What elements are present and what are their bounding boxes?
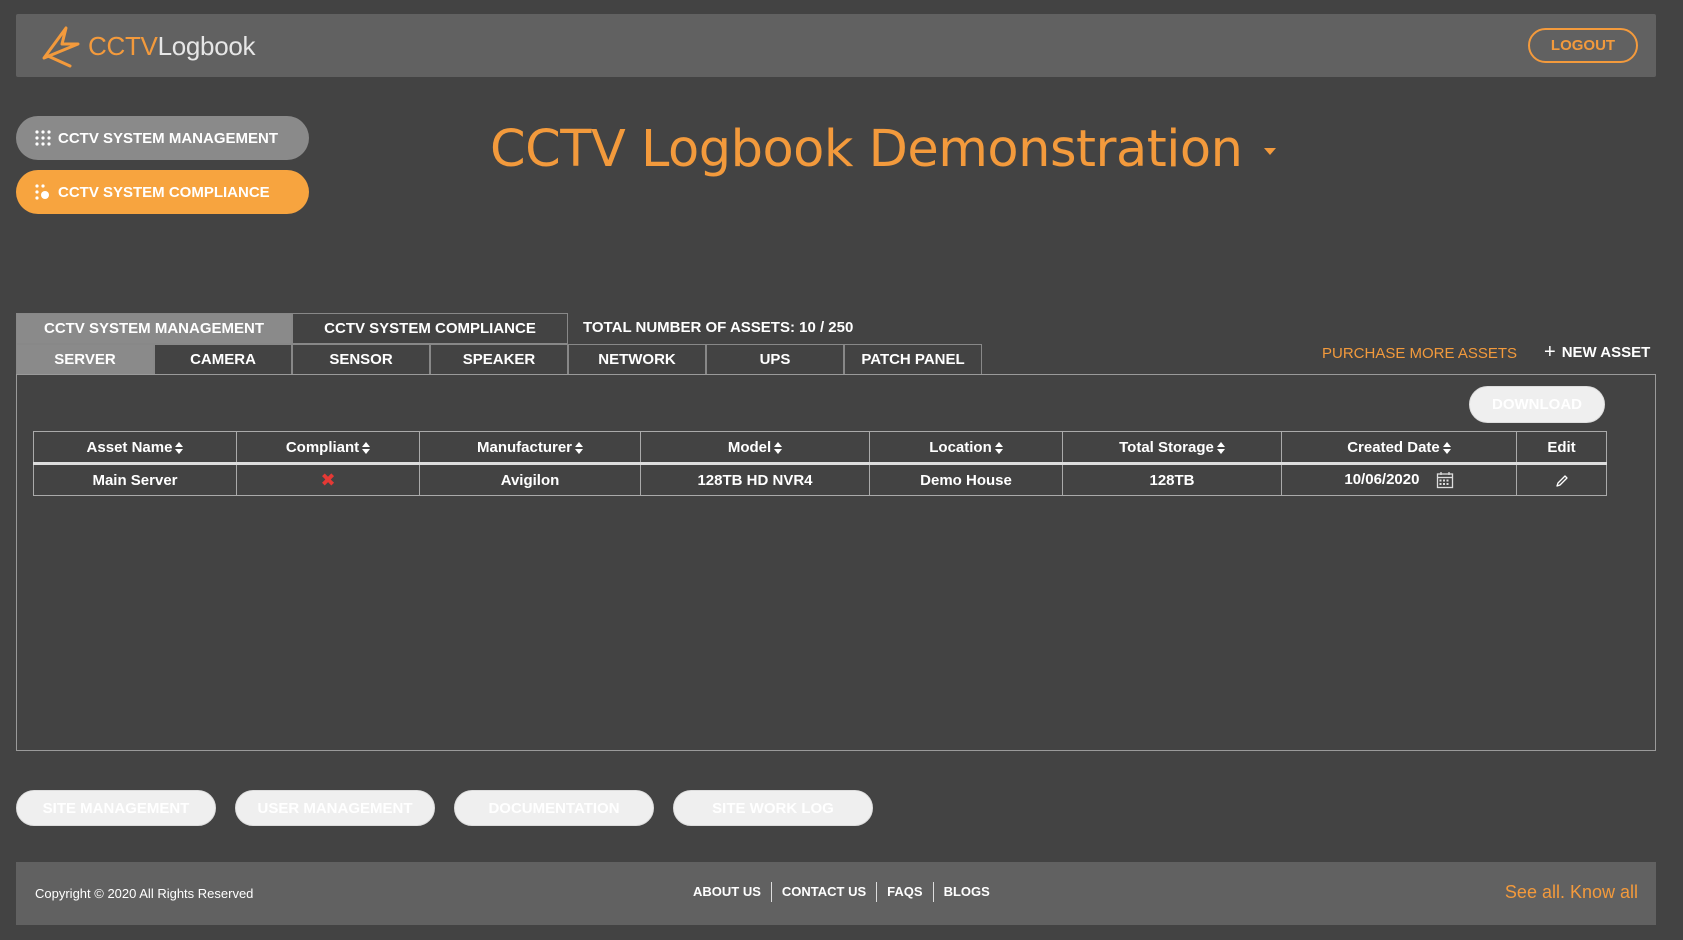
logout-button[interactable]: LOGOUT: [1528, 28, 1638, 63]
column-header-label: Asset Name: [86, 438, 173, 456]
plus-icon: +: [1544, 341, 1556, 363]
footer: Copyright © 2020 All Rights Reserved ABO…: [16, 862, 1656, 925]
new-asset-button[interactable]: + NEW ASSET: [1544, 341, 1651, 363]
nav-system-compliance[interactable]: CCTV SYSTEM COMPLIANCE: [16, 170, 309, 214]
tab-speaker[interactable]: SPEAKER: [430, 344, 568, 375]
column-header-compliant[interactable]: Compliant: [236, 431, 420, 465]
tab-camera[interactable]: CAMERA: [154, 344, 292, 375]
download-button[interactable]: DOWNLOAD: [1469, 386, 1605, 423]
logo-text-cctv: CCTV: [88, 30, 158, 61]
assets-table: Asset Name Compliant Manufacturer Model …: [33, 431, 1607, 496]
copyright-text: Copyright © 2020 All Rights Reserved: [35, 886, 254, 901]
assets-panel: DOWNLOAD Asset Name Compliant Manufactur…: [16, 374, 1656, 751]
cell-total-storage: 128TB: [1062, 463, 1282, 496]
sort-icon: [774, 441, 783, 454]
footer-link-faqs[interactable]: FAQS: [877, 884, 932, 902]
logo[interactable]: CCTVLogbook: [38, 22, 256, 70]
cell-edit: [1516, 463, 1607, 496]
footer-link-contact-us[interactable]: CONTACT US: [772, 884, 876, 902]
compliance-icon: [35, 184, 49, 200]
footer-link-blogs[interactable]: BLOGS: [934, 884, 1000, 902]
sort-icon: [575, 441, 584, 454]
caret-down-icon: [1264, 148, 1277, 155]
top-header: CCTVLogbook LOGOUT: [16, 14, 1656, 77]
sort-icon: [1442, 441, 1451, 454]
documentation-button[interactable]: DOCUMENTATION: [454, 790, 654, 826]
nav-system-compliance-label: CCTV SYSTEM COMPLIANCE: [58, 183, 270, 201]
footer-links: ABOUT US CONTACT US FAQS BLOGS: [683, 882, 1000, 902]
created-date-value: 10/06/2020: [1344, 470, 1420, 488]
tab-patch-panel[interactable]: PATCH PANEL: [844, 344, 982, 375]
edit-pencil-icon[interactable]: [1555, 474, 1569, 488]
tab-system-management[interactable]: CCTV SYSTEM MANAGEMENT: [16, 313, 292, 344]
column-header-label: Edit: [1547, 438, 1576, 456]
sort-icon: [1216, 441, 1225, 454]
logo-mark-icon: [42, 26, 80, 68]
column-header-location[interactable]: Location: [869, 431, 1063, 465]
column-header-total-storage[interactable]: Total Storage: [1062, 431, 1282, 465]
user-management-button[interactable]: USER MANAGEMENT: [235, 790, 435, 826]
column-header-label: Manufacturer: [476, 438, 573, 456]
assets-total: TOTAL NUMBER OF ASSETS: 10 / 250: [583, 319, 854, 336]
x-mark-icon: ✖: [320, 469, 336, 490]
section-tabs: CCTV SYSTEM MANAGEMENT CCTV SYSTEM COMPL…: [16, 313, 568, 344]
sort-icon: [994, 441, 1003, 454]
new-asset-label: NEW ASSET: [1561, 344, 1651, 361]
cell-created-date: 10/06/2020: [1281, 463, 1517, 496]
column-header-label: Location: [929, 438, 992, 456]
footer-link-about-us[interactable]: ABOUT US: [683, 884, 771, 902]
column-header-edit: Edit: [1516, 431, 1607, 465]
column-header-created-date[interactable]: Created Date: [1281, 431, 1517, 465]
sort-icon: [175, 441, 184, 454]
column-header-asset-name[interactable]: Asset Name: [33, 431, 237, 465]
page-title: CCTV Logbook Demonstration: [490, 120, 1243, 179]
site-work-log-button[interactable]: SITE WORK LOG: [673, 790, 873, 826]
column-header-model[interactable]: Model: [640, 431, 870, 465]
footer-tagline: See all. Know all: [1504, 882, 1638, 902]
site-selector[interactable]: CCTV Logbook Demonstration: [490, 120, 1277, 179]
purchase-more-assets-link[interactable]: PURCHASE MORE ASSETS: [1322, 345, 1517, 362]
tab-system-compliance[interactable]: CCTV SYSTEM COMPLIANCE: [292, 313, 568, 344]
cell-model: 128TB HD NVR4: [640, 463, 870, 496]
column-header-label: Total Storage: [1119, 438, 1214, 456]
column-header-label: Compliant: [285, 438, 360, 456]
tab-sensor[interactable]: SENSOR: [292, 344, 430, 375]
cell-asset-name: Main Server: [33, 463, 237, 496]
table-header-row: Asset Name Compliant Manufacturer Model …: [33, 431, 1607, 465]
sort-icon: [362, 441, 371, 454]
cell-location: Demo House: [869, 463, 1063, 496]
tab-network[interactable]: NETWORK: [568, 344, 706, 375]
asset-type-tabs: SERVER CAMERA SENSOR SPEAKER NETWORK UPS…: [16, 344, 982, 375]
site-management-button[interactable]: SITE MANAGEMENT: [16, 790, 216, 826]
cell-manufacturer: Avigilon: [419, 463, 641, 496]
nav-system-management-label: CCTV SYSTEM MANAGEMENT: [58, 129, 279, 147]
tab-ups[interactable]: UPS: [706, 344, 844, 375]
calendar-icon[interactable]: [1436, 471, 1454, 489]
table-row: Main Server ✖ Avigilon 128TB HD NVR4 Dem…: [33, 463, 1607, 496]
column-header-label: Created Date: [1347, 438, 1440, 456]
column-header-manufacturer[interactable]: Manufacturer: [419, 431, 641, 465]
grid-icon: [35, 130, 51, 146]
cell-compliant: ✖: [236, 463, 420, 496]
logo-text: CCTVLogbook: [88, 30, 256, 62]
nav-system-management[interactable]: CCTV SYSTEM MANAGEMENT: [16, 116, 309, 160]
column-header-label: Model: [727, 438, 772, 456]
tab-server[interactable]: SERVER: [16, 344, 154, 375]
logo-text-logbook: Logbook: [157, 30, 256, 61]
